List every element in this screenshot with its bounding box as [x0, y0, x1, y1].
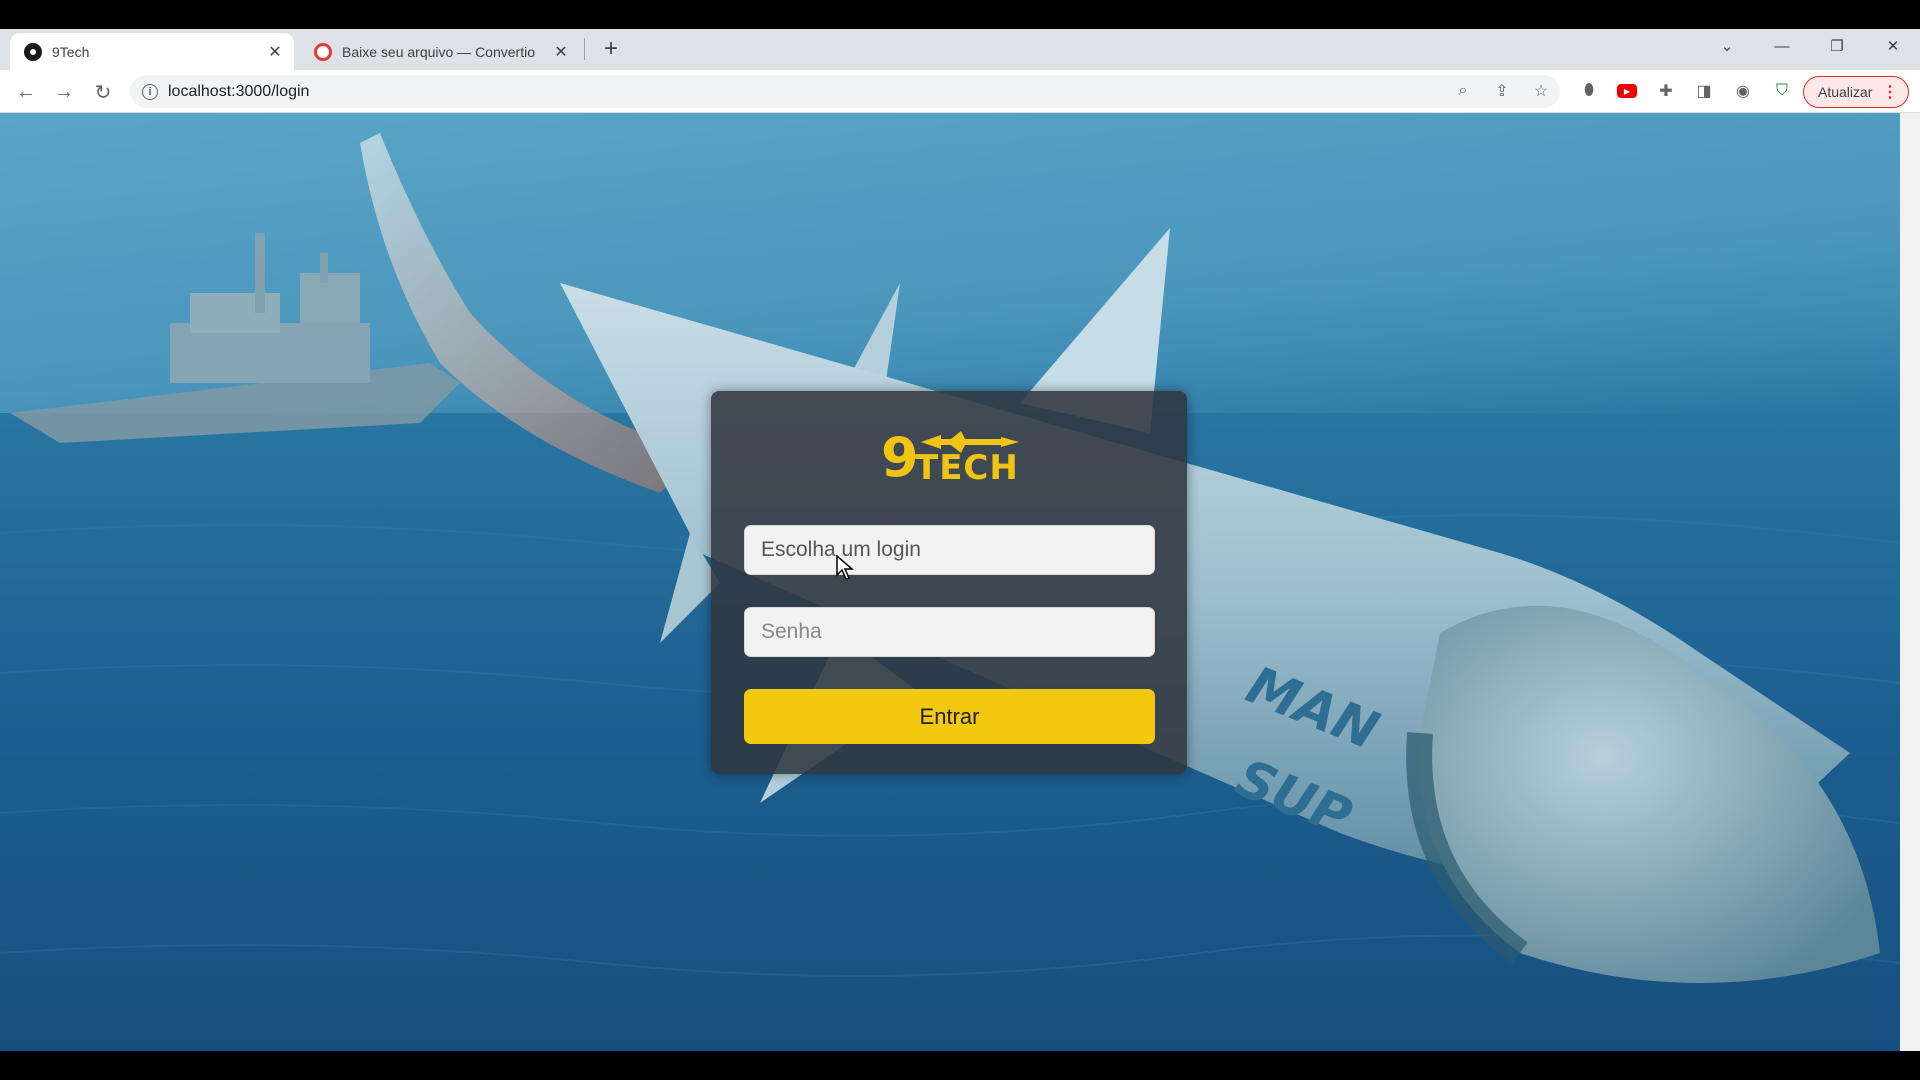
login-input[interactable]: Escolha um login	[744, 525, 1155, 575]
tab-search-icon[interactable]: ⌄	[1704, 31, 1750, 61]
tab-title: Baixe seu arquivo — Convertio	[342, 43, 535, 60]
mouse-cursor-icon	[836, 555, 854, 580]
login-card: 9 TECH Escolha um login Senha Entrar	[711, 391, 1187, 774]
tab-title: 9Tech	[52, 43, 90, 60]
back-icon[interactable]: ←	[11, 77, 41, 107]
convertio-favicon-icon	[314, 42, 332, 61]
close-tab-icon[interactable]: ✕	[550, 41, 572, 63]
tab-9tech[interactable]: 9Tech ✕	[10, 33, 294, 70]
logo-tech: TECH	[915, 448, 1019, 488]
restore-icon[interactable]: ❐	[1814, 31, 1860, 61]
bottom-letterbox	[0, 1051, 1920, 1080]
top-letterbox	[0, 0, 1920, 29]
tab-strip: 9Tech ✕ Baixe seu arquivo — Convertio ✕	[0, 29, 1920, 70]
site-info-icon[interactable]: i	[142, 83, 158, 100]
reload-icon[interactable]: ↻	[88, 77, 118, 107]
url-text[interactable]: localhost:3000/login	[168, 83, 309, 101]
update-button-label: Atualizar	[1818, 84, 1873, 100]
address-bar[interactable]: i localhost:3000/login	[130, 75, 1560, 108]
profile-avatar-icon[interactable]: ◉	[1731, 79, 1755, 103]
close-tab-icon[interactable]: ✕	[264, 41, 286, 63]
forward-icon[interactable]: →	[49, 77, 79, 107]
share-icon[interactable]: ⇪	[1490, 79, 1514, 103]
enter-button[interactable]: Entrar	[744, 689, 1155, 744]
9tech-favicon-icon	[24, 42, 42, 61]
extensions-puzzle-icon[interactable]: ✚	[1654, 79, 1678, 103]
youtube-extension-icon[interactable]: ▶	[1617, 84, 1637, 98]
tab-separator	[584, 38, 585, 60]
page-viewport: MAN SUP 9 TECH Escolha um login Senha En…	[0, 113, 1900, 1051]
browser-toolbar: ← → ↻ i localhost:3000/login ⌕ ⇪ ☆ ⬮ ▶ ✚…	[0, 70, 1920, 113]
zoom-icon[interactable]: ⌕	[1451, 79, 1475, 103]
shield-extension-icon[interactable]: ⛉	[1770, 79, 1794, 103]
menu-dots-icon: ⋮	[1882, 84, 1898, 101]
page-scrollbar[interactable]	[1900, 113, 1920, 1051]
tab-convertio[interactable]: Baixe seu arquivo — Convertio ✕	[300, 33, 580, 70]
update-button[interactable]: Atualizar ⋮	[1803, 76, 1909, 108]
extension-bug-icon[interactable]: ⬮	[1577, 79, 1601, 103]
missile-logo-icon	[921, 431, 1019, 453]
bookmark-star-icon[interactable]: ☆	[1529, 79, 1553, 103]
close-window-icon[interactable]: ✕	[1870, 31, 1916, 61]
password-input[interactable]: Senha	[744, 607, 1155, 657]
side-panel-icon[interactable]: ◨	[1692, 79, 1716, 103]
minimize-icon[interactable]: —	[1759, 31, 1805, 61]
new-tab-icon[interactable]: +	[598, 35, 624, 62]
9tech-logo: 9 TECH	[881, 429, 1021, 487]
logo-nine: 9	[881, 426, 919, 489]
